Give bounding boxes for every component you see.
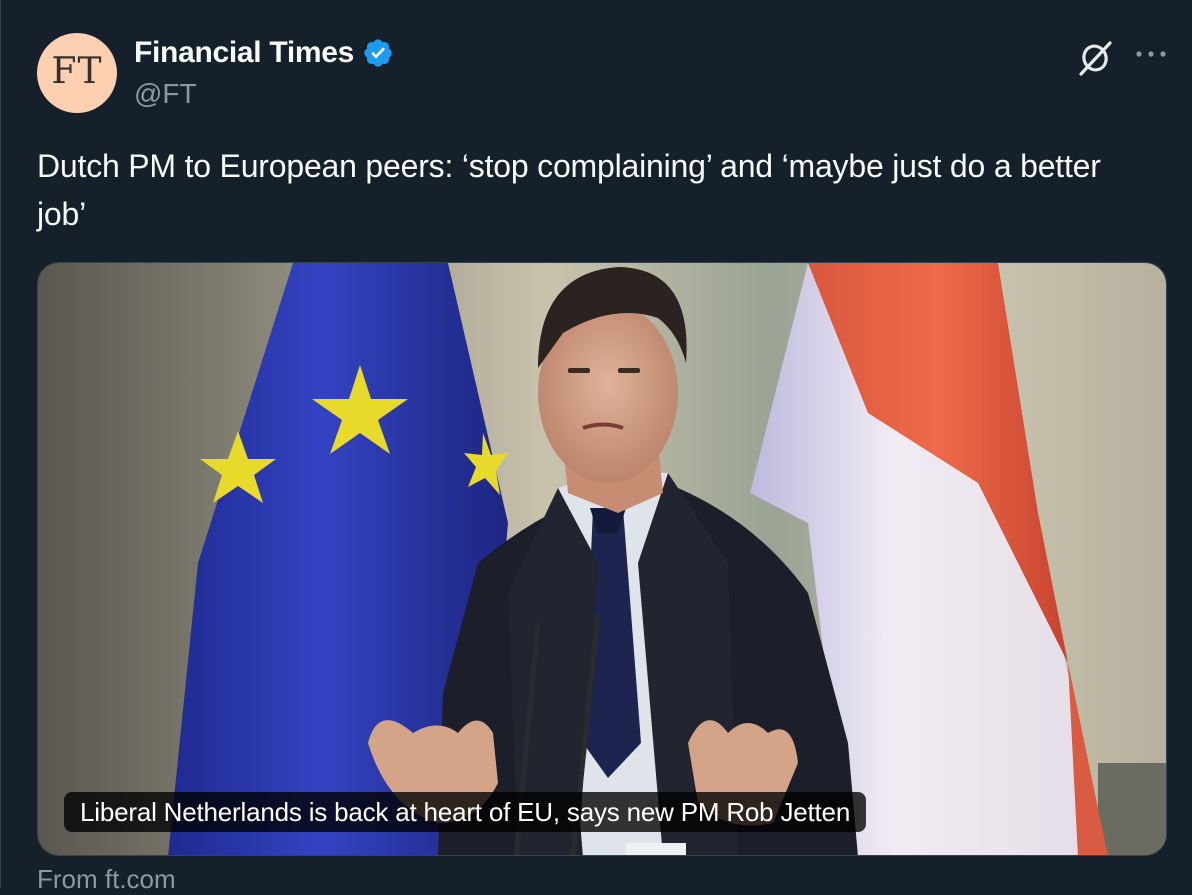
author-handle[interactable]: @FT [134,78,197,110]
grok-icon [1079,41,1112,76]
more-options-button[interactable] [1129,36,1173,72]
card-source[interactable]: From ft.com [37,864,176,895]
tweet: FT Financial Times @FT Dutch PM to Europ… [0,0,1192,894]
author-name-row: Financial Times [134,36,394,70]
card-caption: Liberal Netherlands is back at heart of … [64,792,867,832]
author-name[interactable]: Financial Times [134,36,354,70]
avatar-logo-text: FT [51,50,103,92]
grok-button[interactable] [1073,36,1117,80]
author-avatar[interactable]: FT [37,33,117,113]
more-horizontal-icon [1136,51,1166,57]
tweet-text: Dutch PM to European peers: ‘stop compla… [37,148,1101,232]
card-photo [38,263,1166,855]
verified-badge-icon [364,39,392,67]
link-card[interactable]: Liberal Netherlands is back at heart of … [37,262,1167,856]
